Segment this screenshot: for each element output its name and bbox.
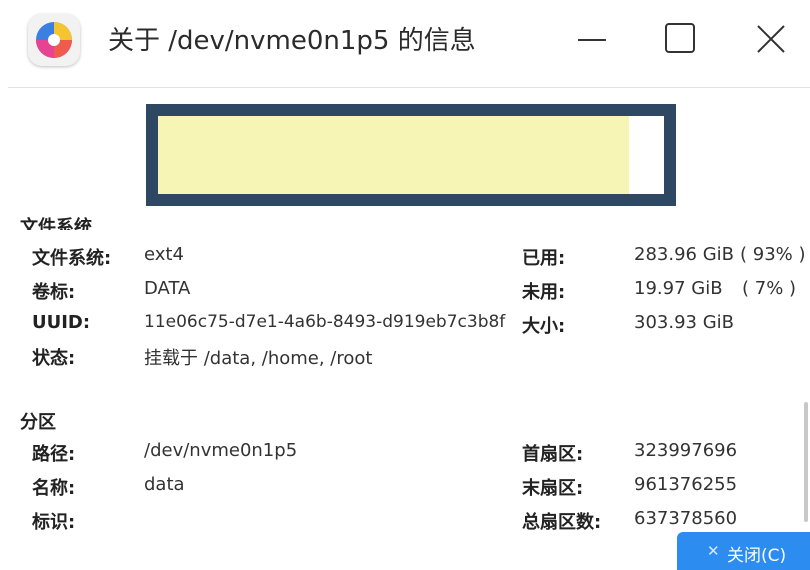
- fs-label: 文件系统:: [32, 248, 112, 269]
- free-value: 19.97 GiB: [634, 278, 723, 299]
- volume-label: 卷标:: [32, 282, 76, 303]
- usage-fill: [158, 116, 629, 194]
- close-window-button[interactable]: [750, 18, 794, 62]
- size-label: 大小:: [522, 316, 566, 337]
- path-value: /dev/nvme0n1p5: [144, 440, 298, 461]
- name-value: data: [144, 474, 185, 495]
- disk-utility-icon: [28, 14, 80, 66]
- name-label: 名称:: [32, 478, 76, 499]
- window-title: 关于 /dev/nvme0n1p5 的信息: [108, 26, 476, 56]
- title-separator: [8, 87, 810, 88]
- uuid-value: 11e06c75-d7e1-4a6b-8493-d919eb7c3b8f: [144, 312, 506, 332]
- used-value: 283.96 GiB: [634, 244, 735, 265]
- partition-heading: 分区: [20, 412, 56, 433]
- uuid-label: UUID:: [32, 312, 91, 333]
- free-label: 未用:: [522, 282, 566, 303]
- maximize-icon: [665, 23, 695, 53]
- free-percent: ( 7% ): [742, 278, 797, 299]
- filesystem-heading: 文件系统: [20, 217, 92, 230]
- usage-track: [158, 116, 664, 194]
- total-sectors-label: 总扇区数:: [522, 512, 602, 533]
- used-percent: ( 93% ): [740, 244, 806, 265]
- maximize-button[interactable]: [660, 18, 704, 62]
- title-bar: 关于 /dev/nvme0n1p5 的信息: [0, 0, 810, 86]
- x-icon: ✕: [707, 542, 720, 560]
- flags-label: 标识:: [32, 512, 76, 533]
- last-sector-label: 末扇区:: [522, 478, 584, 499]
- first-sector-label: 首扇区:: [522, 444, 584, 465]
- minimize-button[interactable]: [572, 18, 616, 62]
- minimize-icon: [578, 39, 606, 41]
- usage-bar: [146, 104, 676, 206]
- fs-value: ext4: [144, 244, 184, 265]
- total-sectors-value: 637378560: [634, 508, 738, 529]
- volume-value: DATA: [144, 278, 191, 299]
- close-button[interactable]: ✕ 关闭(C): [677, 532, 810, 570]
- close-icon: [757, 25, 785, 53]
- used-label: 已用:: [522, 248, 566, 269]
- last-sector-value: 961376255: [634, 474, 738, 495]
- scrollbar[interactable]: [804, 402, 808, 522]
- status-value: 挂载于 /data, /home, /root: [144, 348, 373, 369]
- status-label: 状态:: [32, 348, 76, 369]
- close-button-label: 关闭(C): [727, 546, 787, 566]
- path-label: 路径:: [32, 444, 76, 465]
- first-sector-value: 323997696: [634, 440, 738, 461]
- size-value: 303.93 GiB: [634, 312, 735, 333]
